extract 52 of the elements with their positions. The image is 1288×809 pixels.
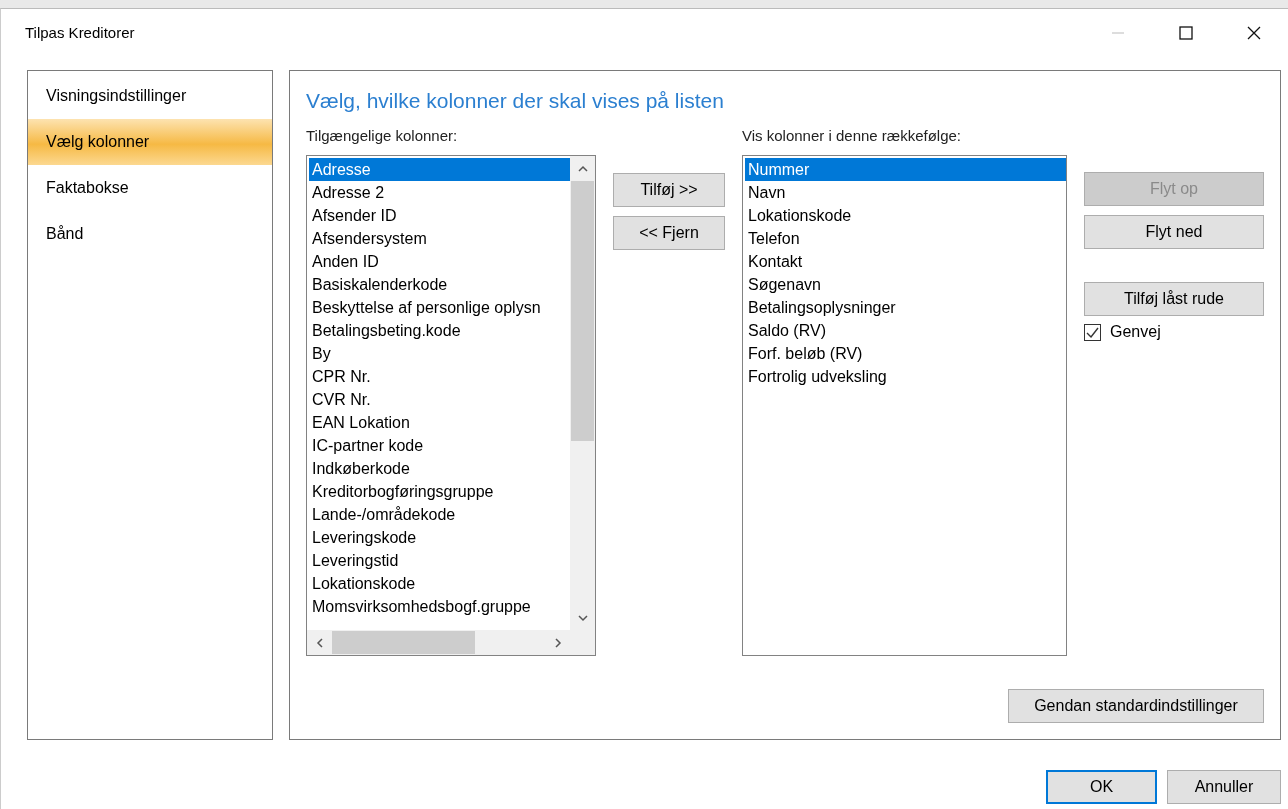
list-item[interactable]: Momsvirksomhedsbogf.gruppe — [309, 595, 570, 618]
window-title: Tilpas Kreditorer — [25, 24, 136, 41]
list-item[interactable]: Beskyttelse af personlige oplysn — [309, 296, 570, 319]
list-item[interactable]: Fortrolig udveksling — [745, 365, 1066, 388]
list-item[interactable]: CVR Nr. — [309, 388, 570, 411]
dialog-button[interactable]: OK — [1046, 770, 1157, 804]
list-item[interactable]: CPR Nr. — [309, 365, 570, 388]
sidebar-item[interactable]: Faktabokse — [28, 165, 272, 211]
scrollbar-thumb[interactable] — [332, 631, 475, 654]
list-item[interactable]: Kreditorbogføringsgruppe — [309, 480, 570, 503]
list-item[interactable]: By — [309, 342, 570, 365]
list-item[interactable]: Søgenavn — [745, 273, 1066, 296]
sidebar-item[interactable]: Bånd — [28, 211, 272, 257]
list-item[interactable]: IC-partner kode — [309, 434, 570, 457]
sidebar-item[interactable]: Vælg kolonner — [28, 119, 272, 165]
list-item[interactable]: Telefon — [745, 227, 1066, 250]
panel-heading: Vælg, hvilke kolonner der skal vises på listen — [306, 89, 725, 113]
list-item[interactable]: Indkøberkode — [309, 457, 570, 480]
move-button[interactable]: Flyt ned — [1084, 215, 1264, 249]
list-item[interactable]: Lokationskode — [309, 572, 570, 595]
move-button[interactable]: Tilføj >> — [613, 173, 725, 207]
list-item[interactable]: Adresse — [309, 158, 570, 181]
list-item[interactable]: Adresse 2 — [309, 181, 570, 204]
list-item[interactable]: Anden ID — [309, 250, 570, 273]
list-item[interactable]: Forf. beløb (RV) — [745, 342, 1066, 365]
reset-defaults-button[interactable]: Gendan standardindstillinger — [1008, 689, 1264, 723]
checkmark-icon — [1086, 326, 1099, 338]
list-label: Tilgængelige kolonner: — [306, 127, 459, 145]
list-item[interactable]: Nummer — [745, 158, 1066, 181]
sidebar-item[interactable]: Visningsindstillinger — [28, 73, 272, 119]
add-locked-pane-button[interactable]: Tilføj låst rude — [1084, 282, 1264, 316]
list-item[interactable]: Lokationskode — [745, 204, 1066, 227]
checkbox[interactable] — [1084, 323, 1101, 341]
vertical-scrollbar[interactable] — [570, 156, 595, 630]
list-item[interactable]: Lande-/områdekode — [309, 503, 570, 526]
list-item[interactable]: Afsendersystem — [309, 227, 570, 250]
list-item[interactable]: Leveringskode — [309, 526, 570, 549]
list-label: Vis kolonner i denne rækkefølge: — [742, 127, 962, 145]
scrollbar-thumb[interactable] — [571, 181, 594, 441]
list-item[interactable]: Kontakt — [745, 250, 1066, 273]
list-item[interactable]: Leveringstid — [309, 549, 570, 572]
list-item[interactable]: Betalingsbeting.kode — [309, 319, 570, 342]
dialog-button[interactable]: Annuller — [1167, 770, 1281, 804]
list-item[interactable]: Betalingsoplysninger — [745, 296, 1066, 319]
checkbox-label: Genvej — [1110, 323, 1161, 341]
list-item[interactable]: Basiskalenderkode — [309, 273, 570, 296]
horizontal-scrollbar[interactable] — [307, 630, 595, 655]
move-button[interactable]: << Fjern — [613, 216, 725, 250]
list-item[interactable]: Saldo (RV) — [745, 319, 1066, 342]
list-item[interactable]: Navn — [745, 181, 1066, 204]
list-item[interactable]: Afsender ID — [309, 204, 570, 227]
list-item[interactable]: EAN Lokation — [309, 411, 570, 434]
